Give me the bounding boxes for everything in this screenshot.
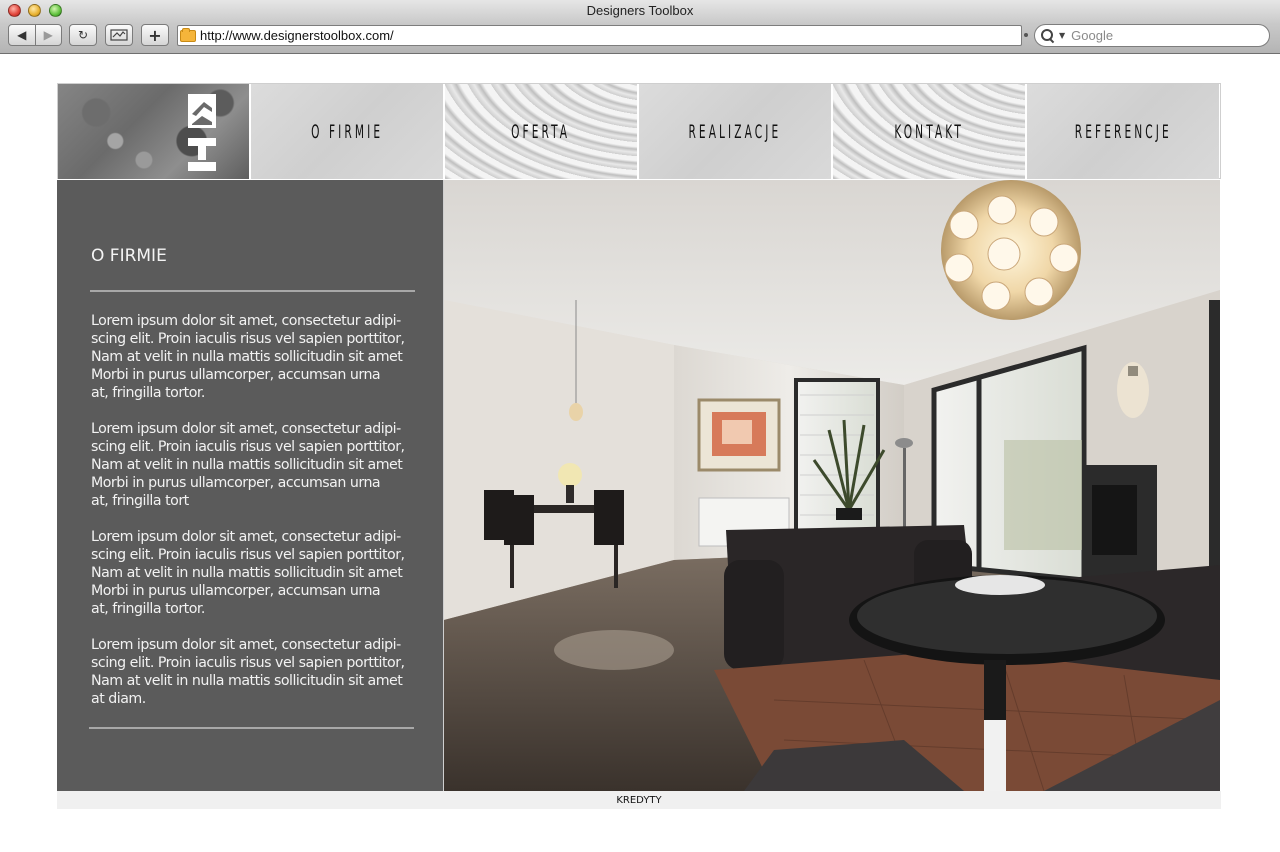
menu-item-kontakt[interactable]: KONTAKT bbox=[833, 84, 1027, 179]
footer-credits-link[interactable]: KREDYTY bbox=[57, 791, 1221, 809]
reload-icon: ↻ bbox=[77, 28, 89, 42]
website: O FIRMIE OFERTA REALIZACJE KONTAKT REFER… bbox=[57, 83, 1221, 809]
divider bbox=[89, 727, 414, 729]
snapback-icon bbox=[110, 29, 128, 41]
menu-item-realizacje[interactable]: REALIZACJE bbox=[639, 84, 833, 179]
paragraph: Lorem ipsum dolor sit amet, consectetur … bbox=[91, 529, 405, 617]
url-text[interactable]: http://www.designerstoolbox.com/ bbox=[200, 28, 394, 43]
window-title: Designers Toolbox bbox=[586, 3, 694, 18]
interior-photo bbox=[444, 180, 1220, 791]
history-nav: ◀ ▶ bbox=[8, 24, 62, 46]
interior-photo-illustration bbox=[444, 180, 1220, 791]
about-panel: O FIRMIE Lorem ipsum dolor sit amet, con… bbox=[57, 180, 444, 791]
add-bookmark-button[interactable]: + bbox=[141, 24, 169, 46]
section-title: O FIRMIE bbox=[91, 246, 167, 266]
divider bbox=[90, 290, 415, 292]
menu-item-label: REALIZACJE bbox=[688, 120, 782, 143]
menu-item-label: OFERTA bbox=[511, 120, 571, 143]
paragraph: Lorem ipsum dolor sit amet, consectetur … bbox=[91, 637, 405, 707]
menu-item-label: O FIRMIE bbox=[310, 120, 384, 143]
browser-toolbar: Designers Toolbox ◀ ▶ ↻ + http://www.des… bbox=[0, 0, 1280, 54]
menu-item-label: REFERENCJE bbox=[1074, 120, 1172, 143]
search-icon[interactable] bbox=[1041, 28, 1055, 43]
menu-item-referencje[interactable]: REFERENCJE bbox=[1027, 84, 1219, 179]
paragraph: Lorem ipsum dolor sit amet, consectetur … bbox=[91, 313, 405, 401]
forward-arrow-icon[interactable]: ▶ bbox=[34, 25, 62, 45]
folder-icon bbox=[180, 27, 196, 42]
menu-item-o-firmie[interactable]: O FIRMIE bbox=[251, 84, 445, 179]
main-menu: O FIRMIE OFERTA REALIZACJE KONTAKT REFER… bbox=[57, 83, 1221, 179]
search-input[interactable] bbox=[1071, 28, 1262, 43]
logo[interactable] bbox=[58, 84, 251, 179]
address-bar[interactable]: http://www.designerstoolbox.com/ bbox=[177, 25, 1022, 46]
content-area: O FIRMIE Lorem ipsum dolor sit amet, con… bbox=[57, 180, 1221, 791]
snapback-button[interactable] bbox=[105, 24, 133, 46]
menu-item-label: KONTAKT bbox=[894, 120, 964, 143]
paragraph: Lorem ipsum dolor sit amet, consectetur … bbox=[91, 421, 405, 509]
plus-icon: + bbox=[148, 25, 162, 45]
address-dropdown-icon[interactable] bbox=[1024, 33, 1028, 37]
reload-button[interactable]: ↻ bbox=[69, 24, 97, 46]
chevron-down-icon[interactable]: ▼ bbox=[1059, 31, 1065, 40]
logo-icon bbox=[188, 94, 216, 171]
back-arrow-icon[interactable]: ◀ bbox=[9, 25, 35, 45]
menu-item-oferta[interactable]: OFERTA bbox=[445, 84, 639, 179]
search-field[interactable]: ▼ bbox=[1034, 24, 1270, 47]
